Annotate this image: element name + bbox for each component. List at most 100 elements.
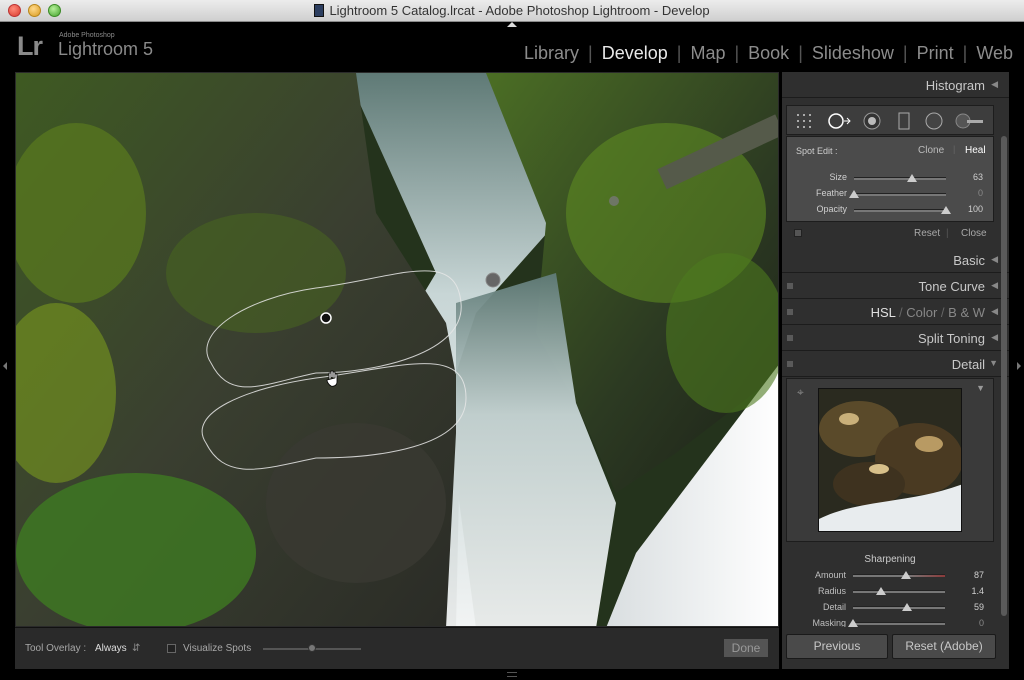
masking-slider-thumb[interactable] [848, 619, 858, 627]
collapse-top-panel-icon[interactable] [507, 22, 517, 27]
tool-overlay-select[interactable]: Always [95, 643, 127, 654]
collapse-left-triangle-icon: ◀ [991, 332, 998, 342]
footer-separator: | [946, 228, 949, 239]
tone-curve-panel-header[interactable]: Tone Curve ◀ [782, 273, 1009, 299]
sharpening-title: Sharpening [864, 554, 916, 565]
spot-removal-icon[interactable] [827, 112, 853, 130]
size-value[interactable]: 63 [973, 172, 983, 182]
spot-edit-label: Spot Edit : [796, 146, 838, 156]
filmstrip-grip-icon[interactable] [507, 672, 517, 677]
spot-edit-panel: Spot Edit : Clone | Heal Size 63 Feather… [786, 136, 994, 222]
spot-close-button[interactable]: Close [961, 228, 987, 239]
collapse-left-triangle-icon: ◀ [991, 254, 998, 264]
module-separator: | [798, 43, 803, 63]
masking-slider[interactable] [853, 622, 945, 625]
detail-preview-image[interactable] [818, 388, 962, 532]
target-crosshair-icon[interactable]: ⌖ [797, 385, 804, 400]
reset-adobe-button[interactable]: Reset (Adobe) [892, 634, 996, 659]
size-label: Size [829, 172, 847, 182]
module-print[interactable]: Print [917, 43, 954, 63]
photo-canvas[interactable] [15, 72, 779, 627]
spot-reset-button[interactable]: Reset [914, 228, 940, 239]
split-toning-panel-header[interactable]: Split Toning ◀ [782, 325, 1009, 351]
radius-value[interactable]: 1.4 [971, 586, 984, 596]
visualize-spots-checkbox[interactable] [167, 644, 176, 653]
panel-sections: Basic ◀ Tone Curve ◀ HSL / Color / B & W… [782, 247, 1009, 377]
module-picker: Library | Develop | Map | Book | Slideshow | Print… [524, 43, 1013, 64]
expanded-triangle-icon: ▼ [989, 358, 998, 368]
panel-toggle-switch[interactable] [787, 361, 793, 367]
module-separator: | [676, 43, 682, 63]
collapse-right-panel-icon[interactable] [1017, 362, 1021, 370]
feather-slider[interactable] [854, 193, 946, 196]
graduated-filter-icon[interactable] [895, 112, 913, 130]
split-toning-title: Split Toning [918, 331, 985, 346]
detail-preview-box: ⌖ ▼ [786, 378, 994, 542]
select-arrows-icon[interactable]: ⇵ [132, 643, 140, 654]
detail-slider-thumb[interactable] [902, 603, 913, 611]
collapse-left-triangle-icon: ◀ [991, 79, 998, 89]
basic-panel-header[interactable]: Basic ◀ [782, 247, 1009, 273]
collapse-left-triangle-icon: ◀ [991, 280, 998, 290]
detail-value[interactable]: 59 [974, 602, 984, 612]
module-book[interactable]: Book [748, 43, 789, 63]
size-slider-thumb[interactable] [906, 174, 917, 182]
done-button[interactable]: Done [723, 638, 769, 658]
tab-color[interactable]: Color [906, 305, 937, 320]
expand-left-panel-icon[interactable] [3, 362, 7, 370]
radius-label: Radius [817, 586, 846, 596]
adjustment-brush-icon[interactable] [955, 112, 985, 130]
masking-value[interactable]: 0 [979, 618, 984, 627]
amount-value[interactable]: 87 [974, 570, 984, 580]
module-library[interactable]: Library [524, 43, 579, 63]
visualize-spots-label: Visualize Spots [183, 643, 252, 654]
amount-slider-thumb[interactable] [901, 571, 912, 579]
develop-toolbar: Tool Overlay : Always ⇵ Visualize Spots … [15, 627, 779, 669]
opacity-slider[interactable] [854, 209, 946, 212]
module-develop[interactable]: Develop [602, 43, 668, 63]
module-slideshow[interactable]: Slideshow [812, 43, 894, 63]
clone-mode-button[interactable]: Clone [918, 145, 944, 156]
right-panel-scrollbar[interactable] [1001, 136, 1007, 616]
detail-slider[interactable] [853, 606, 945, 609]
tab-hsl[interactable]: HSL [871, 305, 896, 320]
opacity-value[interactable]: 100 [968, 204, 983, 214]
visualize-threshold-thumb[interactable] [308, 644, 316, 652]
previous-button[interactable]: Previous [786, 634, 888, 659]
module-web[interactable]: Web [976, 43, 1013, 63]
histogram-title: Histogram [925, 78, 985, 93]
red-eye-icon[interactable] [863, 112, 881, 130]
amount-label: Amount [814, 570, 846, 580]
crop-overlay-icon[interactable] [795, 112, 813, 130]
opacity-slider-thumb[interactable] [941, 206, 951, 214]
window-title-area: Lightroom 5 Catalog.lrcat - Adobe Photos… [0, 3, 1024, 18]
tool-strip [786, 105, 994, 135]
brand-name: Lightroom 5 [58, 39, 154, 59]
heal-mode-button[interactable]: Heal [965, 145, 986, 156]
amount-slider[interactable] [853, 574, 945, 577]
feather-value[interactable]: 0 [978, 188, 983, 198]
radial-filter-icon[interactable] [925, 112, 943, 130]
module-map[interactable]: Map [690, 43, 725, 63]
module-separator: | [902, 43, 908, 63]
hsl-panel-header[interactable]: HSL / Color / B & W ◀ [782, 299, 1009, 325]
module-separator: | [734, 43, 740, 63]
spot-edit-footer: Reset | Close [786, 222, 994, 244]
collapse-preview-triangle-icon[interactable]: ▼ [976, 383, 985, 393]
basic-title: Basic [953, 253, 985, 268]
radius-slider-thumb[interactable] [875, 587, 886, 595]
panel-toggle-switch[interactable] [787, 335, 793, 341]
detail-panel-header[interactable]: Detail ▼ [782, 351, 1009, 377]
histogram-panel-header[interactable]: Histogram ◀ [782, 72, 1009, 98]
tab-bw[interactable]: B & W [948, 305, 985, 320]
spot-edit-toggle-switch[interactable] [794, 229, 802, 237]
size-slider[interactable] [854, 177, 946, 180]
hsl-tabs: HSL / Color / B & W [870, 305, 985, 320]
filmstrip-toggle-bar [0, 669, 1024, 680]
radius-slider[interactable] [853, 590, 945, 593]
module-separator: | [962, 43, 968, 63]
panel-toggle-switch[interactable] [787, 309, 793, 315]
panel-toggle-switch[interactable] [787, 283, 793, 289]
feather-slider-thumb[interactable] [849, 190, 859, 198]
detail-label: Detail [822, 602, 846, 612]
